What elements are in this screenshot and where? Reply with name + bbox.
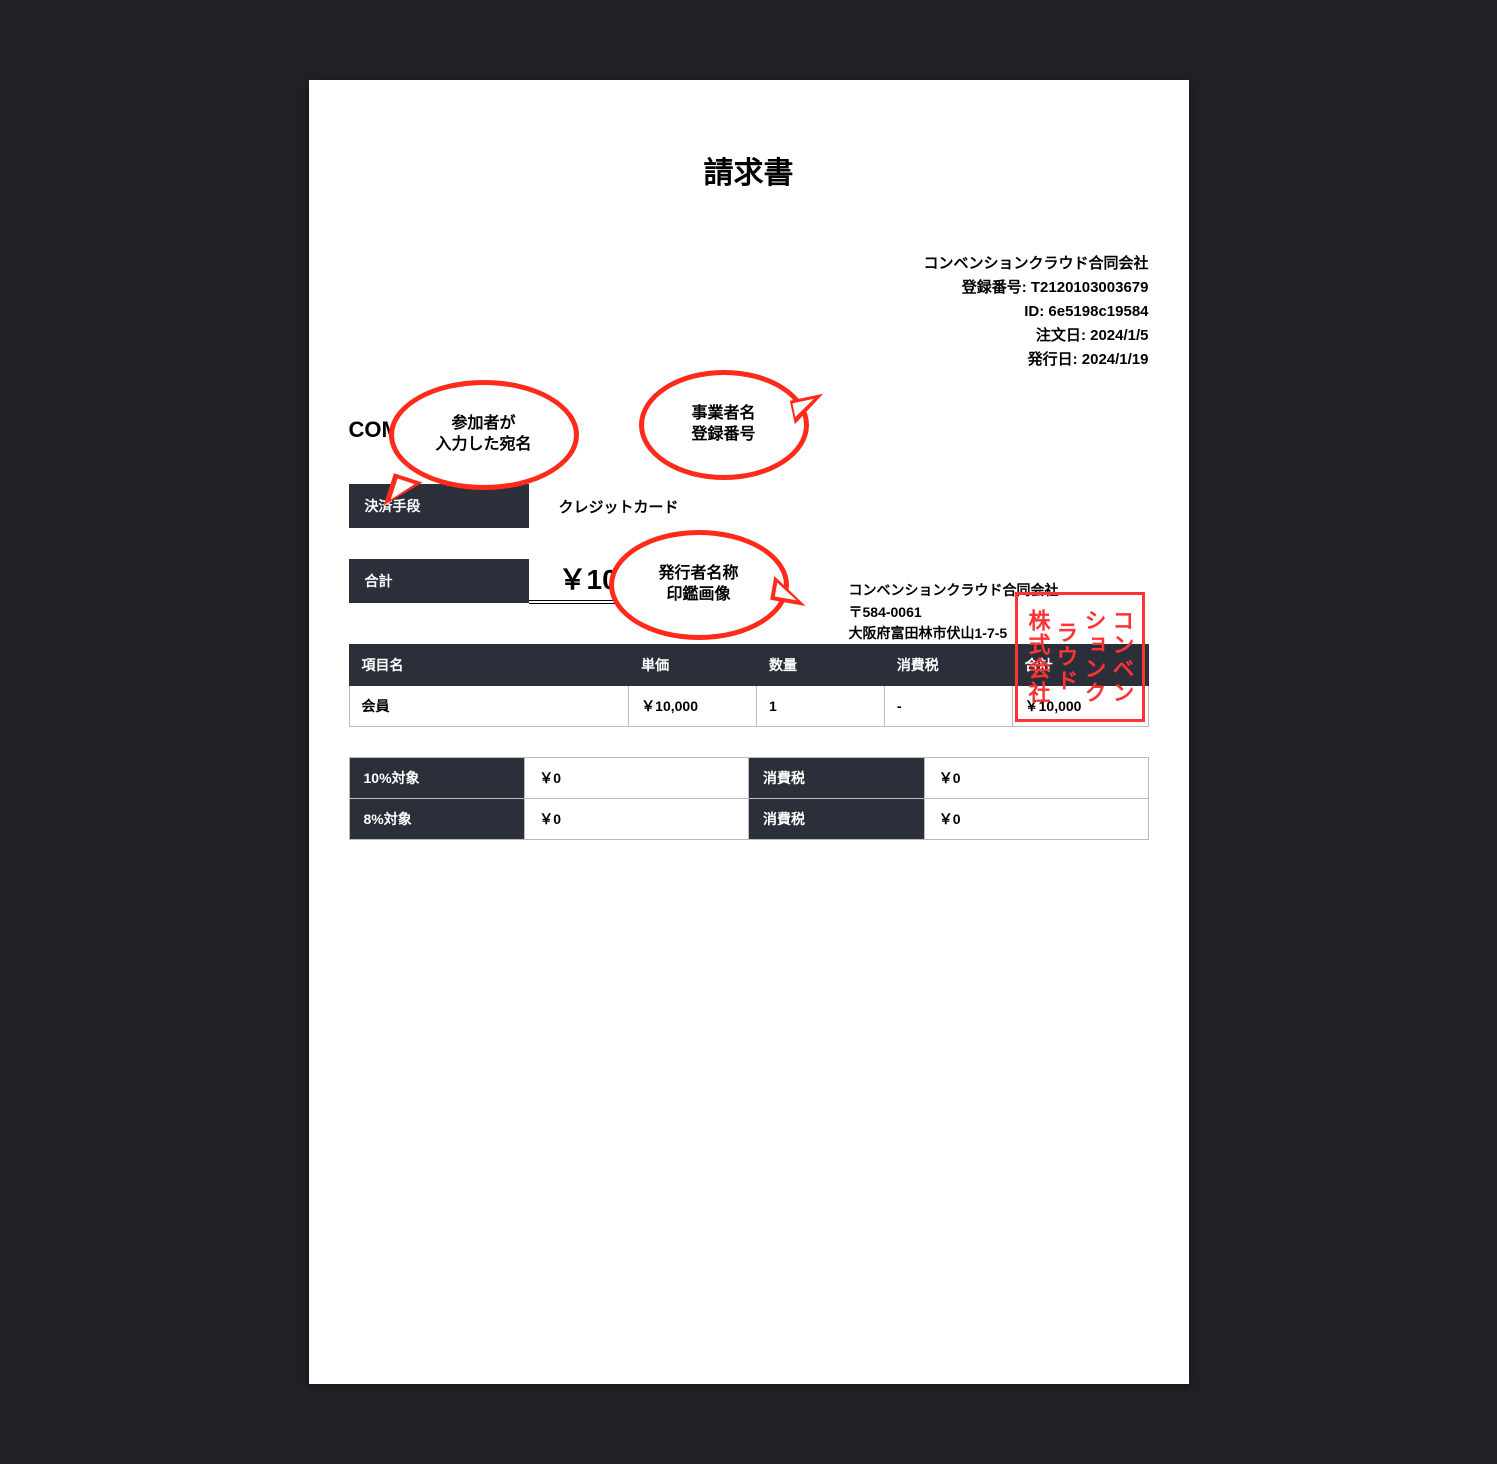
tax-row-10: 10%対象 ￥0 消費税 ￥0 <box>349 758 1148 799</box>
registration-label: 登録番号 <box>962 279 1022 296</box>
document-title: 請求書 <box>349 148 1149 192</box>
cell-quantity: 1 <box>756 686 884 727</box>
cell-unit-price: ￥10,000 <box>629 686 757 727</box>
invoice-page: 請求書 コンベンションクラウド合同会社 登録番号: T2120103003679… <box>309 80 1189 1384</box>
tax-10-base: ￥0 <box>525 758 749 799</box>
stamp-col-2: ションク <box>1083 609 1105 705</box>
issue-date-value: 2024/1/19 <box>1082 351 1149 368</box>
tax-8-label: 8%対象 <box>349 799 525 840</box>
cell-tax: - <box>884 686 1012 727</box>
col-unit-price: 単価 <box>629 645 757 686</box>
annotation-bubble-issuer: 発行者名称 印鑑画像 <box>609 530 789 640</box>
stamp-col-1: コンベン <box>1111 609 1133 705</box>
annotation-bubble-recipient: 参加者が 入力した宛名 <box>389 380 579 490</box>
id-value: 6e5198c19584 <box>1048 303 1148 320</box>
registration-line: 登録番号: T2120103003679 <box>349 276 1149 300</box>
id-line: ID: 6e5198c19584 <box>349 300 1149 324</box>
tax-row-8: 8%対象 ￥0 消費税 ￥0 <box>349 799 1148 840</box>
col-tax: 消費税 <box>884 645 1012 686</box>
stamp-col-4: 株式会社 <box>1027 609 1049 705</box>
annotation-bubble-business: 事業者名 登録番号 <box>639 370 809 480</box>
tax-8-base: ￥0 <box>525 799 749 840</box>
bubble-tail-icon <box>770 576 810 606</box>
cell-item-name: 会員 <box>349 686 629 727</box>
payment-method-label: 決済手段 <box>349 484 529 528</box>
issuer-header-info: コンベンションクラウド合同会社 登録番号: T2120103003679 ID:… <box>349 252 1149 372</box>
seal-stamp-icon: 株式会社 ラウド ションク コンベン <box>1015 592 1145 722</box>
registration-no: T2120103003679 <box>1031 279 1149 296</box>
issue-date-label: 発行日 <box>1028 351 1073 368</box>
issue-date-line: 発行日: 2024/1/19 <box>349 348 1149 372</box>
annotation-text: 事業者名 登録番号 <box>691 404 755 446</box>
total-label: 合計 <box>349 559 529 603</box>
tax-10-label: 10%対象 <box>349 758 525 799</box>
tax-8-tax-value: ￥0 <box>924 799 1148 840</box>
tax-8-tax-label: 消費税 <box>748 799 924 840</box>
issuer-company: コンベンションクラウド合同会社 <box>349 252 1149 276</box>
annotation-text: 発行者名称 印鑑画像 <box>658 564 738 606</box>
payment-method-value: クレジットカード <box>529 496 679 517</box>
order-date-label: 注文日 <box>1036 327 1081 344</box>
annotation-text: 参加者が 入力した宛名 <box>435 414 531 456</box>
order-date-line: 注文日: 2024/1/5 <box>349 324 1149 348</box>
order-date-value: 2024/1/5 <box>1090 327 1148 344</box>
tax-10-tax-label: 消費税 <box>748 758 924 799</box>
col-quantity: 数量 <box>756 645 884 686</box>
stamp-col-3: ラウド <box>1055 621 1077 693</box>
tax-summary-table: 10%対象 ￥0 消費税 ￥0 8%対象 ￥0 消費税 ￥0 <box>349 757 1149 840</box>
tax-10-tax-value: ￥0 <box>924 758 1148 799</box>
id-label: ID <box>1024 303 1039 320</box>
col-item-name: 項目名 <box>349 645 629 686</box>
issuer-block: コンベンションクラウド合同会社 〒584-0061 大阪府富田林市伏山1-7-5… <box>849 580 1149 645</box>
payment-method-row: 決済手段 クレジットカード <box>349 484 1149 528</box>
